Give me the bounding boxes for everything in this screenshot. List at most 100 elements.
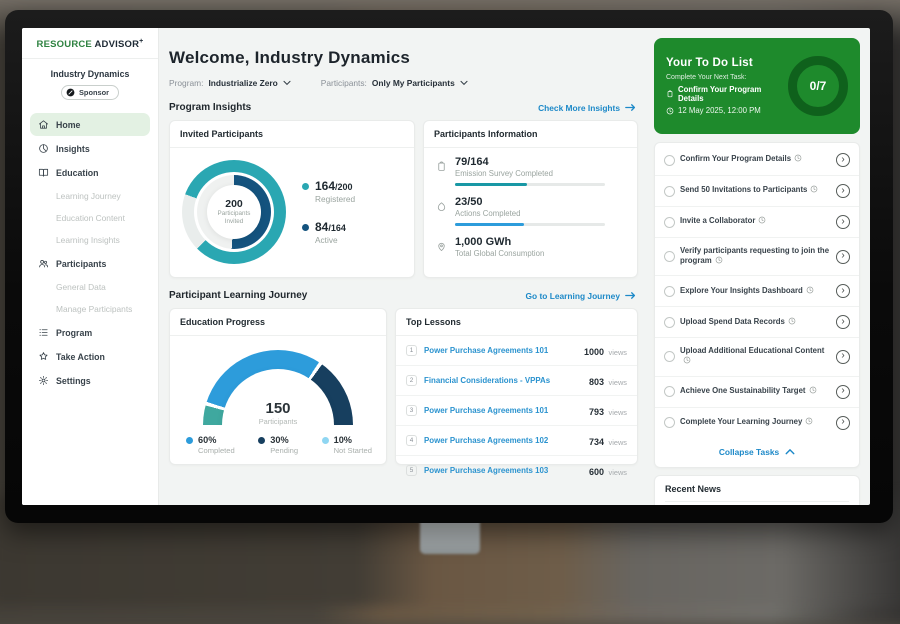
insights-cards-row: Invited Participants 2 (169, 120, 638, 278)
sidebar-item-education[interactable]: Education (30, 161, 150, 184)
logo-advisor: ADVISOR (94, 39, 139, 50)
program-insights-header: Program Insights Check More Insights (169, 102, 636, 113)
sidebar-item-label: Education (56, 168, 99, 178)
chevron-right-icon[interactable]: › (836, 315, 850, 329)
chevron-right-icon[interactable]: › (836, 184, 850, 198)
link-label: Go to Learning Journey (526, 291, 620, 301)
todo-subtitle: Complete Your Next Task: (666, 74, 788, 81)
sidebar-item-insights[interactable]: Insights (30, 137, 150, 160)
task-row: Explore Your Insights Dashboard › (655, 276, 859, 307)
task-checkbox[interactable] (664, 286, 675, 297)
lesson-row: 1 Power Purchase Agreements 101 1000 vie… (396, 336, 637, 366)
legend-dot (302, 183, 309, 190)
donut-center-caption: Participants (218, 210, 251, 218)
legend-value: 60% (198, 435, 235, 445)
todo-datetime: 12 May 2025, 12:00 PM (666, 106, 788, 115)
legend-dot (258, 437, 265, 444)
lesson-row: 3 Power Purchase Agreements 101 793 view… (396, 396, 637, 426)
task-checkbox[interactable] (664, 217, 675, 228)
task-checkbox[interactable] (664, 351, 675, 362)
legend-value: 84 (315, 220, 328, 234)
sidebar-item-learning-insights[interactable]: Learning Insights (30, 229, 150, 251)
sidebar-item-home[interactable]: Home (30, 113, 150, 136)
chevron-right-icon[interactable]: › (836, 284, 850, 298)
sidebar-item-program[interactable]: Program (30, 321, 150, 344)
arrow-right-icon (625, 103, 636, 112)
todo-tasks-card: Confirm Your Program Details › Send 50 I… (654, 142, 860, 468)
task-checkbox[interactable] (664, 417, 675, 428)
education-progress-card: Education Progress 150 Participants 60%C… (169, 308, 387, 465)
participants-dropdown[interactable]: Participants: Only My Participants (321, 78, 468, 88)
lesson-link[interactable]: Power Purchase Agreements 101 (424, 406, 589, 415)
chevron-right-icon[interactable]: › (836, 215, 850, 229)
chevron-right-icon[interactable]: › (836, 385, 850, 399)
chevron-right-icon[interactable]: › (836, 416, 850, 430)
participants-filter-label: Participants: (321, 78, 367, 88)
chevron-right-icon[interactable]: › (836, 350, 850, 364)
check-more-insights-link[interactable]: Check More Insights (538, 103, 636, 113)
go-to-learning-journey-link[interactable]: Go to Learning Journey (526, 291, 636, 301)
legend-value: 10% (334, 435, 372, 445)
legend-dot (322, 437, 329, 444)
stat-emission-survey: 79/164 Emission Survey Completed (424, 148, 637, 188)
learning-journey-header: Participant Learning Journey Go to Learn… (169, 290, 636, 301)
sidebar-item-learning-journey[interactable]: Learning Journey (30, 185, 150, 207)
app-logo: RESOURCE ADVISOR+ (30, 38, 150, 50)
clock-icon (806, 287, 814, 296)
task-row: Invite a Collaborator › (655, 207, 859, 238)
sidebar-item-participants[interactable]: Participants (30, 252, 150, 275)
lesson-link[interactable]: Power Purchase Agreements 102 (424, 436, 589, 445)
sidebar-item-label: Take Action (56, 352, 105, 362)
program-dropdown[interactable]: Program: Industrialize Zero (169, 78, 291, 88)
task-row: Verify participants requesting to join t… (655, 238, 859, 276)
task-label: Explore Your Insights Dashboard (680, 286, 803, 295)
legend-label: Completed (198, 446, 235, 455)
legend-denominator: /164 (328, 223, 346, 233)
sidebar-item-general-data[interactable]: General Data (30, 276, 150, 298)
learning-cards-row: Education Progress 150 Participants 60%C… (169, 308, 638, 465)
chevron-right-icon[interactable]: › (836, 250, 850, 264)
task-checkbox[interactable] (664, 317, 675, 328)
participants-filter-value: Only My Participants (372, 78, 455, 88)
sidebar-item-take-action[interactable]: Take Action (30, 345, 150, 368)
progress-bar (455, 183, 605, 186)
task-checkbox[interactable] (664, 386, 675, 397)
collapse-tasks-link[interactable]: Collapse Tasks (655, 438, 859, 465)
task-label: Invite a Collaborator (680, 216, 755, 225)
sidebar-item-manage-participants[interactable]: Manage Participants (30, 298, 150, 320)
progress-bar (455, 223, 605, 226)
lesson-link[interactable]: Power Purchase Agreements 103 (424, 466, 589, 475)
education-legend: 60%Completed 30%Pending 10%Not Started (170, 426, 386, 455)
sponsor-badge[interactable]: Sponsor (61, 85, 119, 100)
sidebar-item-education-content[interactable]: Education Content (30, 207, 150, 229)
gauge-center-value: 150 (203, 400, 353, 417)
legend-label: Registered (315, 194, 355, 204)
lesson-link[interactable]: Power Purchase Agreements 101 (424, 346, 584, 355)
chevron-right-icon[interactable]: › (836, 153, 850, 167)
task-checkbox[interactable] (664, 251, 675, 262)
task-checkbox[interactable] (664, 186, 675, 197)
legend-denominator: /200 (335, 182, 353, 192)
todo-next-task-label: Confirm Your Program Details (678, 85, 788, 103)
task-row: Upload Spend Data Records › (655, 307, 859, 338)
lesson-views-suffix: views (609, 468, 627, 477)
lesson-rank: 5 (406, 465, 417, 476)
logo-plus: + (139, 38, 143, 45)
task-label: Achieve One Sustainability Target (680, 386, 806, 395)
clock-icon (809, 387, 817, 396)
legend-item-active: 84/164 Active (302, 220, 355, 245)
clipboard-icon (436, 159, 447, 186)
section-title: Participant Learning Journey (169, 290, 307, 301)
task-label: Verify participants requesting to join t… (680, 246, 829, 265)
legend-label: Active (315, 235, 346, 245)
sidebar-item-settings[interactable]: Settings (30, 369, 150, 392)
sidebar-item-label: Home (56, 120, 80, 130)
stat-label: Actions Completed (455, 209, 605, 218)
donut-center-label: 200 Participants Invited (182, 160, 286, 264)
clock-icon (715, 257, 723, 266)
stat-global-consumption: 1,000 GWh Total Global Consumption (424, 228, 637, 260)
task-row: Complete Your Learning Journey › (655, 408, 859, 438)
lesson-link[interactable]: Financial Considerations - VPPAs (424, 376, 589, 385)
clipboard-icon (666, 90, 674, 98)
task-checkbox[interactable] (664, 155, 675, 166)
